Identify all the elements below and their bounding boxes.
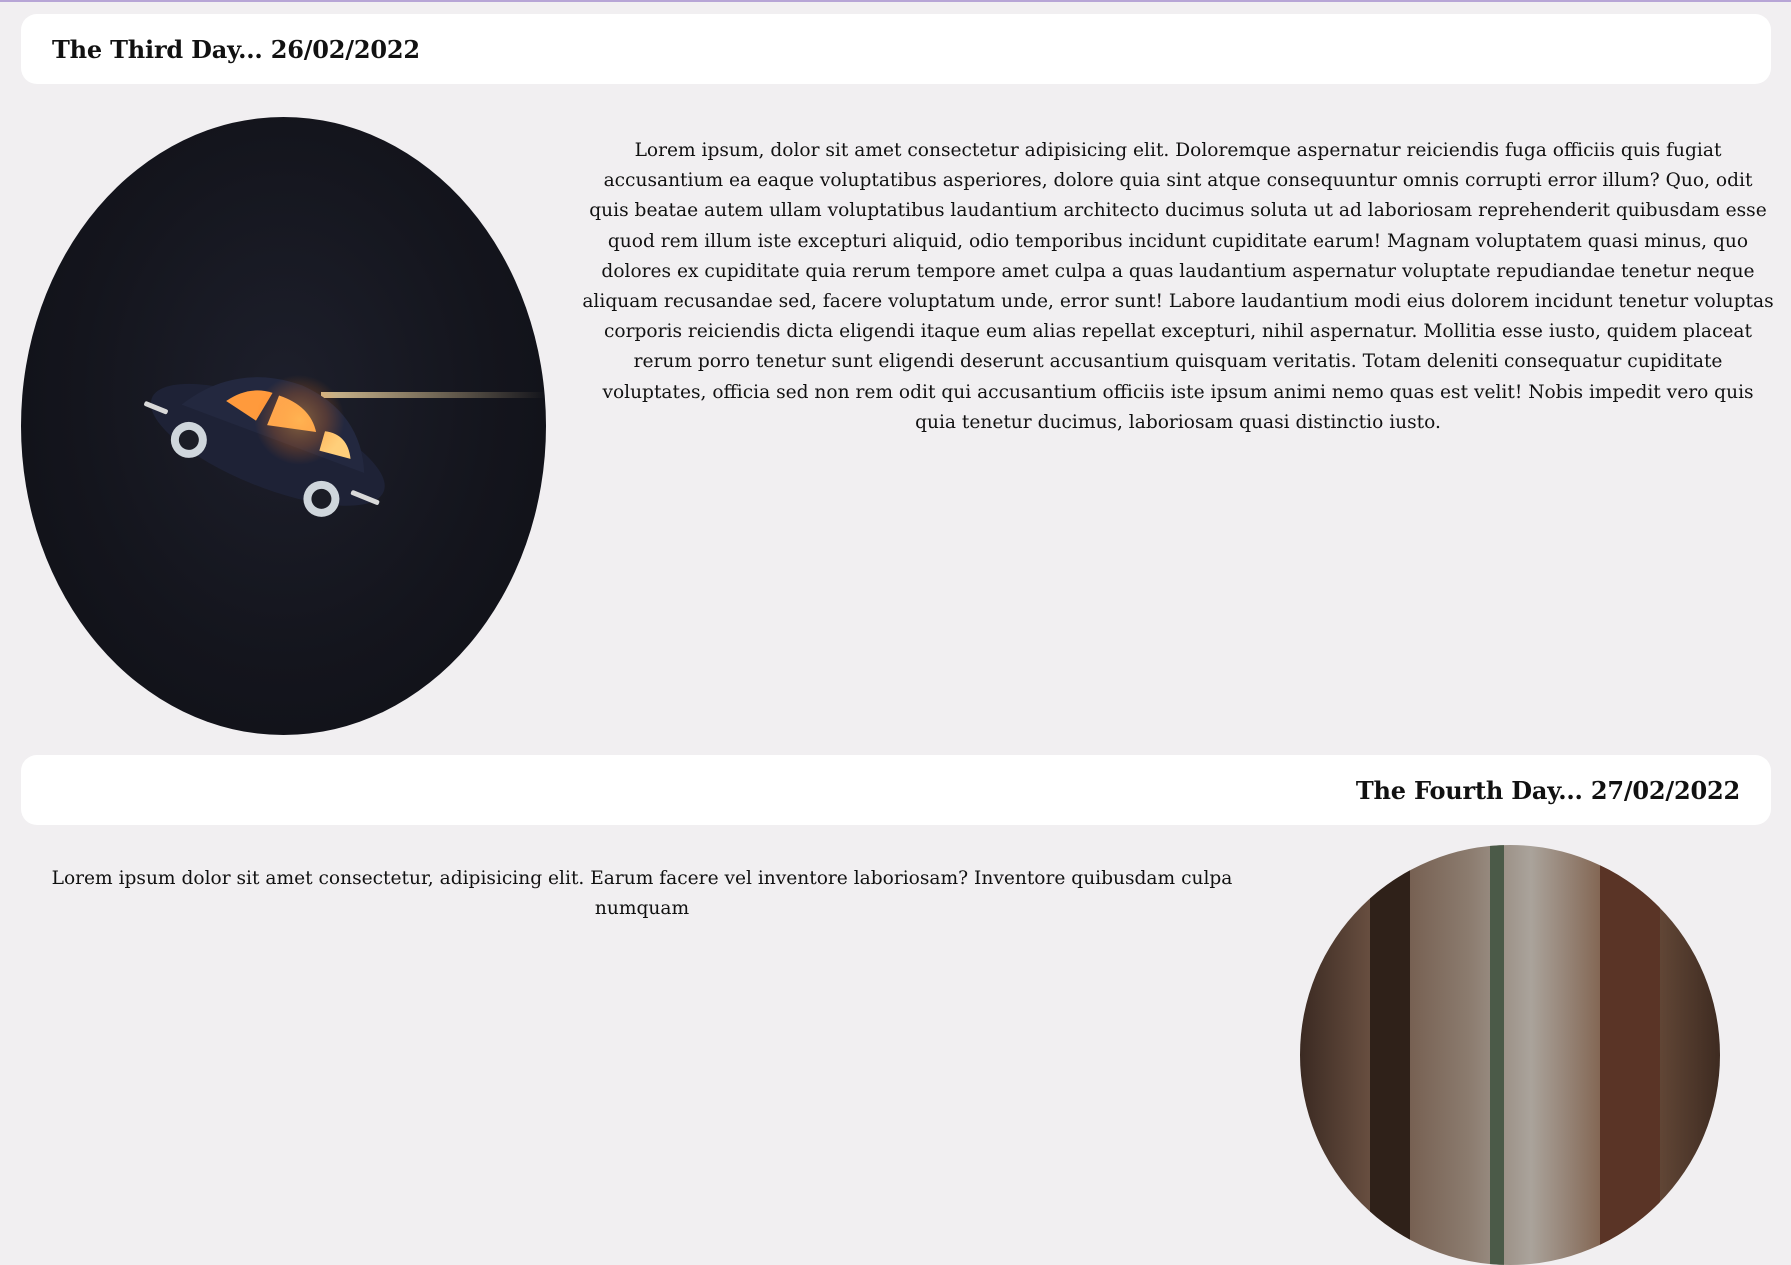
tree-trunk [1490,845,1504,1265]
post-body: Lorem ipsum dolor sit amet consectetur, … [51,868,1233,920]
post-body: Lorem ipsum, dolor sit amet consectetur … [582,140,1774,433]
post-title: The Fourth Day... 27/02/2022 [1355,775,1740,805]
top-accent-bar [0,0,1791,2]
tree-trunk [1600,845,1660,1265]
blog-page: The Third Day... 26/02/2022 Lorem ipsum,… [0,0,1791,1265]
forest-trees-photo [1300,845,1720,1265]
tree-trunk [1370,845,1410,1265]
post-title: The Third Day... 26/02/2022 [52,34,420,64]
beetle-car-illustration [144,374,546,517]
post-header-third-day: The Third Day... 26/02/2022 [21,14,1771,84]
beetle-car-photo [21,117,546,735]
post-header-fourth-day: The Fourth Day... 27/02/2022 [21,755,1771,825]
